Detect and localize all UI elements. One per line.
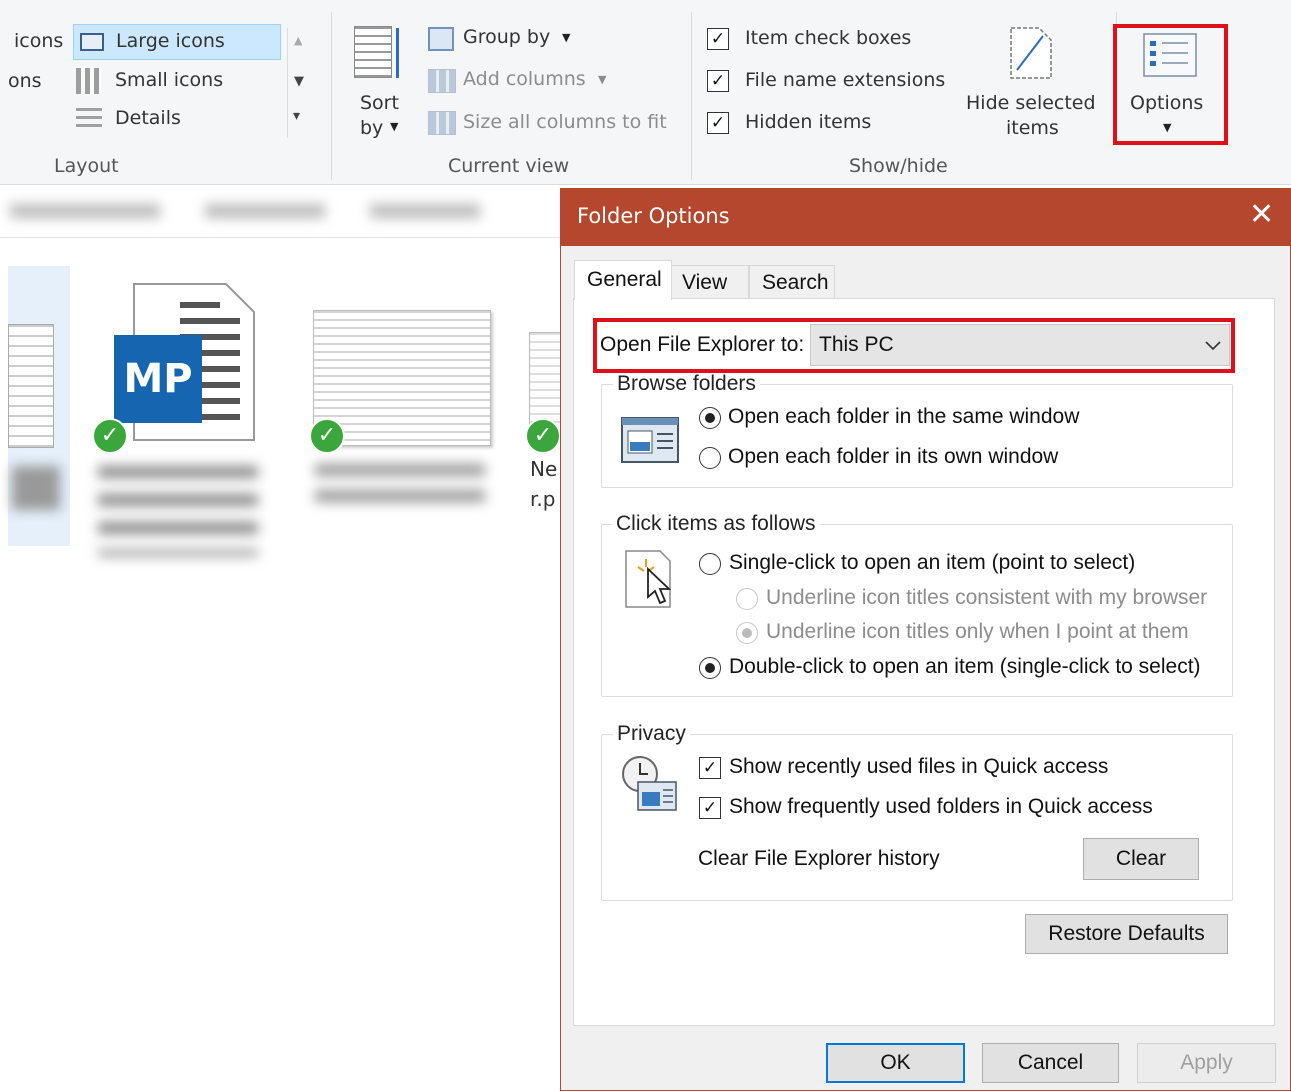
sync-check-icon: ✓ xyxy=(92,418,128,454)
group-label-current-view: Current view xyxy=(448,155,570,177)
hide-selected-icon xyxy=(1010,27,1052,79)
file-thumbnail xyxy=(8,324,54,448)
checkbox-checked-icon: ✓ xyxy=(699,797,721,819)
checkbox-checked-icon: ✓ xyxy=(707,70,729,92)
radio-unselected-icon xyxy=(699,553,721,575)
scroll-up-icon[interactable]: ▲ xyxy=(294,34,302,47)
checkbox-checked-icon: ✓ xyxy=(699,757,721,779)
file-name-blurred xyxy=(12,466,60,510)
close-icon[interactable]: ✕ xyxy=(1249,197,1274,232)
underline-point-option[interactable]: Underline icon titles only when I point … xyxy=(736,619,1196,649)
options-icon xyxy=(1143,33,1197,77)
tab-search[interactable]: Search xyxy=(749,265,835,299)
mp-badge: MP xyxy=(114,335,202,423)
file-name: r.p xyxy=(530,487,556,511)
layout-item-small-icons[interactable]: Small icons xyxy=(76,66,276,100)
column-header[interactable] xyxy=(205,204,325,218)
browse-folders-icon xyxy=(621,417,679,463)
show-recent-files-checkbox[interactable]: ✓ Show recently used files in Quick acce… xyxy=(699,754,1139,784)
layout-scroll[interactable]: ▲ ▼ ▾ xyxy=(287,28,311,138)
dropdown-arrow-icon: ▼ xyxy=(1163,121,1172,134)
size-columns-button[interactable]: Size all columns to fit xyxy=(426,108,676,140)
sync-check-icon: ✓ xyxy=(309,418,345,454)
hide-selected-items-button[interactable]: Hide selected items xyxy=(962,22,1102,144)
underline-browser-option[interactable]: Underline icon titles consistent with my… xyxy=(736,585,1207,615)
options-button[interactable]: Options ▼ xyxy=(1117,28,1224,141)
scroll-down-icon[interactable]: ▼ xyxy=(294,74,304,89)
dialog-title-bar[interactable]: Folder Options ✕ xyxy=(561,189,1291,246)
small-icons-icon xyxy=(76,68,102,94)
dropdown-arrow-icon: ▼ xyxy=(598,73,607,86)
large-icons-icon xyxy=(80,33,104,51)
sort-by-button[interactable]: Sort by ▼ xyxy=(350,24,410,144)
sort-icon xyxy=(354,26,392,78)
ribbon-separator xyxy=(691,12,692,180)
file-thumbnail xyxy=(529,332,560,432)
double-click-option[interactable]: Double-click to open an item (single-cli… xyxy=(699,654,1201,684)
file-item[interactable]: MP ✓ xyxy=(92,280,272,580)
file-name: Ne xyxy=(530,457,558,481)
dialog-title: Folder Options xyxy=(577,204,730,228)
column-header[interactable] xyxy=(370,204,480,218)
tab-general[interactable]: General xyxy=(574,260,672,300)
group-by-button[interactable]: Group by ▼ xyxy=(426,24,596,56)
layout-item-icons[interactable]: icons xyxy=(14,30,63,52)
clear-history-label: Clear File Explorer history xyxy=(698,847,940,870)
ribbon-separator xyxy=(331,12,332,180)
group-label-layout: Layout xyxy=(54,155,119,177)
item-check-boxes-toggle[interactable]: ✓ Item check boxes xyxy=(707,26,957,56)
click-items-legend: Click items as follows xyxy=(612,512,820,536)
clear-button[interactable]: Clear xyxy=(1083,838,1199,880)
size-columns-icon xyxy=(428,111,456,135)
add-columns-icon xyxy=(428,69,456,93)
privacy-legend: Privacy xyxy=(613,722,690,746)
radio-selected-icon xyxy=(699,657,721,679)
restore-defaults-button[interactable]: Restore Defaults xyxy=(1025,914,1228,954)
dropdown-arrow-icon: ▼ xyxy=(562,31,571,44)
browse-folders-legend: Browse folders xyxy=(613,372,760,396)
layout-item-large-icons[interactable]: Large icons xyxy=(73,24,281,60)
column-header-bar xyxy=(0,186,560,238)
file-item[interactable]: ✓ Ne r.p xyxy=(525,330,560,520)
show-frequent-folders-checkbox[interactable]: ✓ Show frequently used folders in Quick … xyxy=(699,794,1159,824)
add-columns-button[interactable]: Add columns ▼ xyxy=(426,66,626,98)
open-to-highlight xyxy=(593,318,1235,373)
details-icon xyxy=(76,108,102,130)
checkbox-checked-icon: ✓ xyxy=(707,28,729,50)
group-label-show-hide: Show/hide xyxy=(849,155,948,177)
radio-selected-icon xyxy=(699,407,721,429)
apply-button[interactable]: Apply xyxy=(1137,1043,1276,1083)
more-icon[interactable]: ▾ xyxy=(293,108,300,124)
file-name-blurred xyxy=(98,466,258,556)
click-cursor-icon xyxy=(625,550,672,608)
file-name-extensions-toggle[interactable]: ✓ File name extensions xyxy=(707,68,957,98)
file-item[interactable]: ✓ xyxy=(305,300,495,530)
hidden-items-toggle[interactable]: ✓ Hidden items xyxy=(707,110,957,140)
tab-view[interactable]: View xyxy=(671,265,749,299)
group-by-icon xyxy=(428,27,454,51)
ribbon: icons Large icons ons Small icons Detail… xyxy=(0,0,1291,185)
ok-button[interactable]: OK xyxy=(826,1043,965,1083)
single-click-option[interactable]: Single-click to open an item (point to s… xyxy=(699,550,1159,580)
layout-item-details[interactable]: Details xyxy=(76,104,276,138)
dropdown-arrow-icon: ▼ xyxy=(390,120,399,133)
radio-unselected-icon xyxy=(699,447,721,469)
file-name-blurred xyxy=(315,464,485,514)
sort-arrow-icon xyxy=(396,28,399,78)
clock-history-icon xyxy=(622,756,677,811)
column-header[interactable] xyxy=(10,204,160,218)
file-item-selected[interactable] xyxy=(8,266,70,546)
open-same-window-option[interactable]: Open each folder in the same window xyxy=(699,404,1119,434)
layout-item-ons[interactable]: ons xyxy=(8,70,42,92)
sync-check-icon: ✓ xyxy=(525,418,560,454)
radio-disabled-selected-icon xyxy=(736,622,758,644)
radio-disabled-icon xyxy=(736,588,758,610)
cancel-button[interactable]: Cancel xyxy=(982,1043,1119,1083)
open-own-window-option[interactable]: Open each folder in its own window xyxy=(699,444,1119,474)
checkbox-checked-icon: ✓ xyxy=(707,112,729,134)
